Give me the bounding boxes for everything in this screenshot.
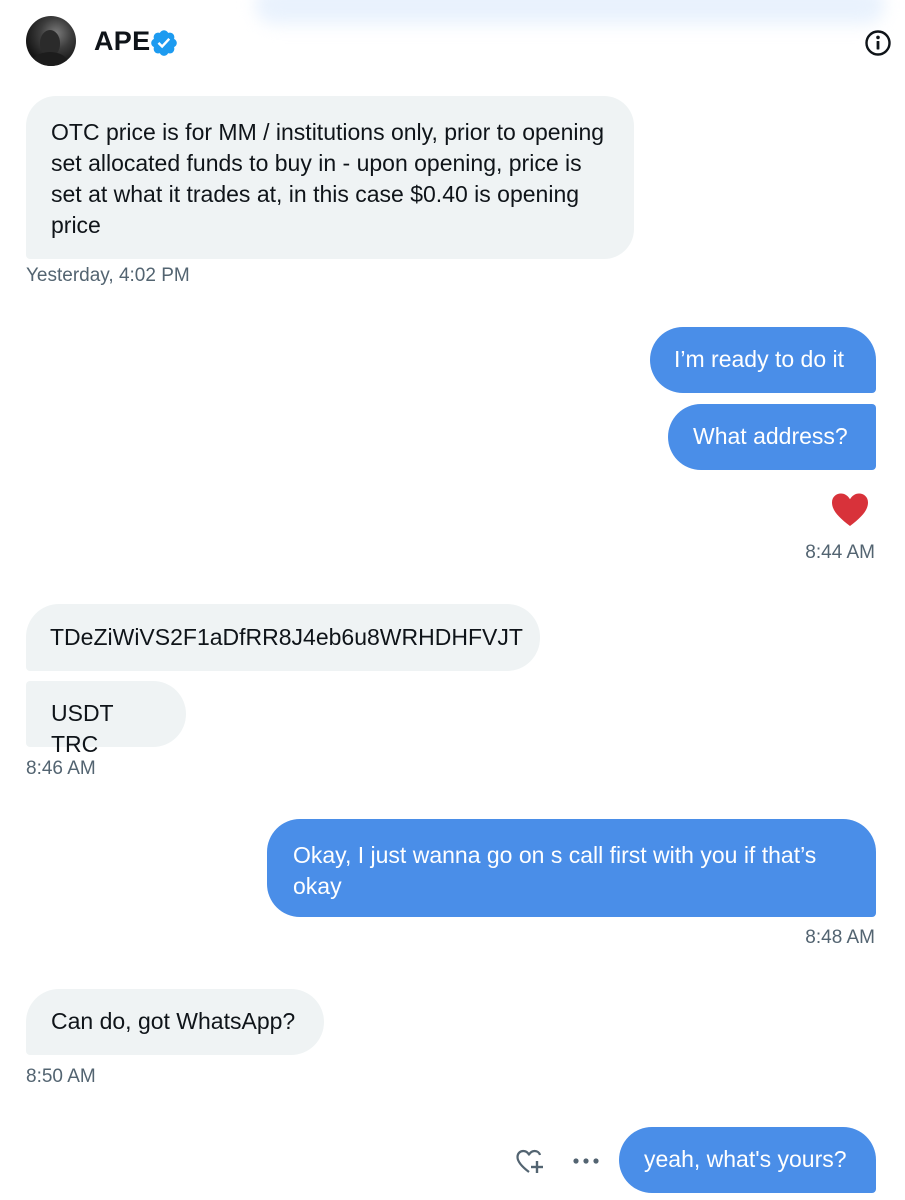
info-icon[interactable] xyxy=(864,29,892,57)
message-timestamp: 8:46 AM xyxy=(26,758,96,779)
message-timestamp: 8:48 AM xyxy=(805,927,875,948)
message-bubble-outgoing[interactable]: I’m ready to do it xyxy=(650,327,876,393)
conversation-header: APE xyxy=(0,0,905,84)
message-bubble-outgoing[interactable]: yeah, what's yours? xyxy=(619,1127,876,1193)
verified-badge-icon xyxy=(151,30,177,56)
message-timestamp: 8:50 AM xyxy=(26,1066,96,1087)
heart-icon[interactable] xyxy=(830,492,870,528)
message-timestamp: 8:44 AM xyxy=(805,542,875,563)
message-bubble-incoming[interactable]: TDeZiWiVS2F1aDfRR8J4eb6u8WRHDHFVJT xyxy=(26,604,540,671)
avatar[interactable] xyxy=(26,16,76,66)
message-bubble-outgoing[interactable]: What address? xyxy=(668,404,876,470)
avatar-body xyxy=(32,52,68,66)
message-bubble-outgoing[interactable]: Okay, I just wanna go on s call first wi… xyxy=(267,819,876,917)
message-bubble-incoming[interactable]: Can do, got WhatsApp? xyxy=(26,989,324,1055)
message-bubble-incoming[interactable]: USDT TRC xyxy=(26,681,186,757)
add-reaction-icon[interactable] xyxy=(515,1148,545,1176)
display-name[interactable]: APE xyxy=(94,26,150,57)
message-bubble-incoming[interactable]: OTC price is for MM / institutions only,… xyxy=(26,96,634,259)
more-options-icon[interactable] xyxy=(572,1157,600,1165)
message-timestamp: Yesterday, 4:02 PM xyxy=(26,265,190,286)
